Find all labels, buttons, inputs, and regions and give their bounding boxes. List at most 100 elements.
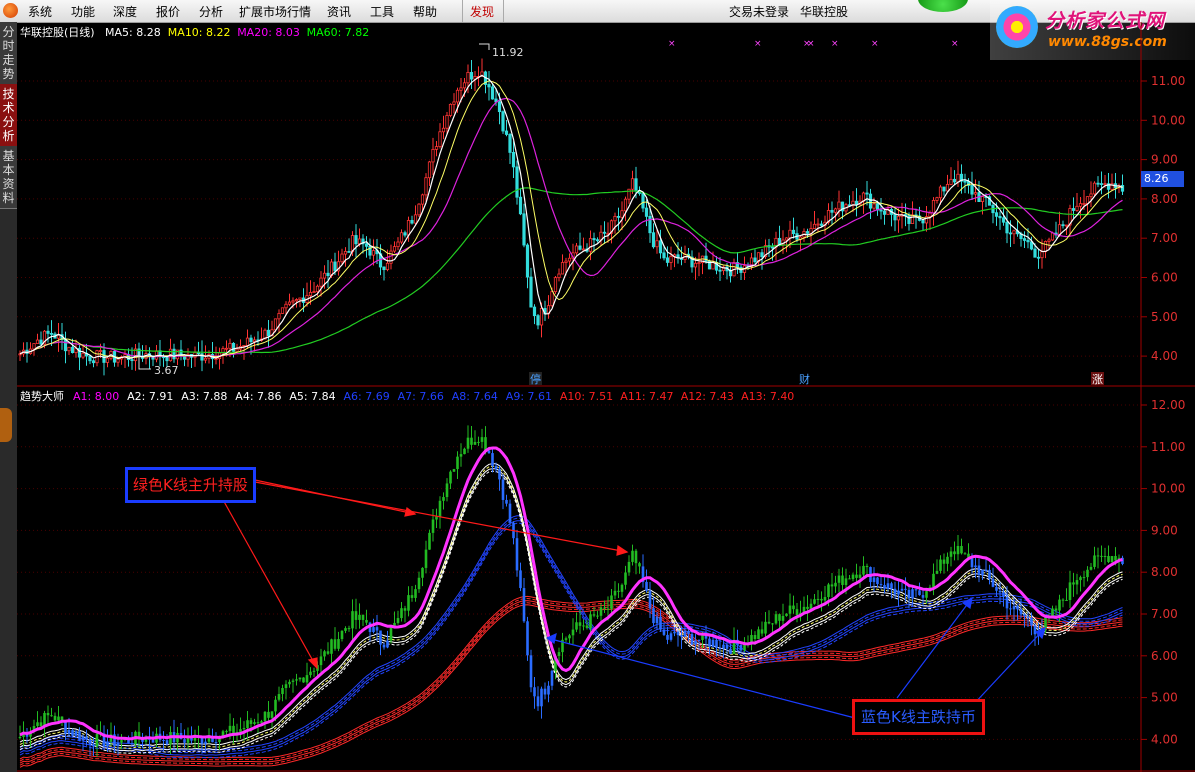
- menu-item-depth[interactable]: 深度: [113, 3, 137, 20]
- indicator-candle-body: [613, 590, 617, 596]
- indicator-candle-body: [81, 736, 85, 741]
- indicator-candle-body: [1086, 569, 1089, 578]
- candle-body: [938, 186, 943, 199]
- candle-body: [998, 215, 1002, 219]
- indicator-candle-body: [1012, 606, 1016, 610]
- indicator-candle-body: [347, 628, 351, 630]
- indicator-candle-body: [536, 696, 540, 707]
- indicator-candle-body: [1002, 592, 1005, 597]
- y-tick-label: 11.00: [1151, 74, 1185, 88]
- collapse-arrow-icon[interactable]: [0, 408, 12, 442]
- indicator-candle-body: [270, 711, 274, 718]
- event-mark-finance[interactable]: 财: [799, 372, 810, 386]
- menu-item-quote[interactable]: 报价: [156, 3, 180, 20]
- candle-body: [497, 101, 502, 113]
- candle-body: [1033, 248, 1037, 258]
- candle-body: [788, 229, 792, 239]
- candle-body: [1008, 232, 1013, 235]
- stock-name-label: 华联控股: [800, 5, 849, 19]
- candle-body: [812, 223, 817, 229]
- indicator-legend-item: A8: 7.64: [452, 390, 498, 403]
- indicator-title: 趋势大师: [20, 389, 64, 403]
- candle-body: [399, 232, 404, 243]
- candle-body: [662, 252, 666, 259]
- indicator-candle-body: [305, 675, 309, 683]
- indicator-candle-body: [1089, 566, 1093, 570]
- indicator-candle-body: [1044, 617, 1047, 629]
- event-mark-halt[interactable]: 停: [530, 372, 541, 386]
- indicator-candle-body: [267, 711, 270, 718]
- kline-chart[interactable]: 华联控股(日线) MA5: 8.28 MA10: 8.22 MA20: 8.03 MA…: [17, 22, 1195, 772]
- indicator-candle-body: [995, 586, 998, 591]
- indicator-candle-body: [886, 583, 890, 589]
- status-indicator-icon[interactable]: [918, 0, 968, 12]
- indicator-candle-body: [862, 565, 865, 575]
- y-tick-label: 5.00: [1151, 310, 1178, 324]
- menu-item-tools[interactable]: 工具: [370, 3, 394, 20]
- indicator-candle-body: [277, 694, 281, 700]
- candle-body: [522, 213, 526, 246]
- indicator-candle-body: [1107, 556, 1110, 563]
- indicator-candle-body: [323, 651, 326, 657]
- indicator-candle-body: [298, 677, 302, 680]
- menu-item-help[interactable]: 帮助: [413, 3, 437, 20]
- menu-item-analysis[interactable]: 分析: [199, 3, 223, 20]
- candle-body: [1029, 241, 1034, 250]
- indicator-candle-body: [883, 585, 886, 589]
- indicator-candle-body: [655, 616, 659, 624]
- indicator-candle-body: [337, 639, 340, 649]
- menu-item-discover[interactable]: 发现: [470, 3, 494, 20]
- event-mark-limit-up[interactable]: 涨: [1092, 373, 1103, 386]
- left-tab-strip: 分时走势 技术分析 基本资料: [0, 22, 17, 772]
- y-tick-label: 12.00: [1151, 398, 1185, 412]
- candle-body: [130, 359, 134, 362]
- candle-body: [70, 346, 75, 354]
- candle-body: [35, 339, 40, 344]
- indicator-candle-body: [578, 622, 582, 626]
- menu-item-news[interactable]: 资讯: [327, 3, 351, 20]
- login-status[interactable]: 交易未登录: [729, 3, 789, 20]
- indicator-candle-body: [1068, 582, 1072, 600]
- app-logo-icon: [3, 3, 18, 18]
- indicator-candle-body: [687, 630, 690, 635]
- candle-body: [994, 212, 999, 217]
- menu-item-system[interactable]: 系统: [28, 3, 52, 20]
- candle-body: [630, 178, 635, 190]
- indicator-candle-body: [463, 448, 466, 455]
- indicator-candle-body: [400, 608, 403, 619]
- indicator-candle-body: [67, 730, 71, 734]
- indicator-candle-body: [897, 590, 900, 595]
- tab-intraday[interactable]: 分时走势: [0, 22, 17, 85]
- indicator-candle-body: [739, 644, 743, 651]
- ma-legend: MA5: 8.28 MA10: 8.22 MA20: 8.03 MA60: 7.82: [105, 26, 369, 39]
- candle-body: [420, 194, 425, 205]
- candle-body: [228, 342, 232, 349]
- indicator-candle-body: [214, 742, 218, 744]
- candle-body: [1047, 239, 1051, 242]
- indicator-candle-body: [312, 670, 316, 672]
- candle-body: [931, 200, 936, 214]
- indicator-candle-body: [904, 588, 907, 590]
- tab-fundamentals[interactable]: 基本资料: [0, 146, 17, 209]
- tab-technical-analysis[interactable]: 技术分析: [0, 84, 17, 147]
- candle-body: [49, 332, 54, 335]
- indicator-candle-body: [309, 671, 312, 676]
- indicator-candle-body: [1075, 580, 1079, 585]
- indicator-candle-body: [711, 639, 715, 647]
- candle-body: [284, 303, 288, 309]
- indicator-legend-item: A7: 7.66: [398, 390, 444, 403]
- indicator-candle-body: [715, 639, 718, 649]
- menu-item-function[interactable]: 功能: [71, 3, 95, 20]
- candle-body: [970, 185, 974, 195]
- indicator-candle-body: [228, 725, 232, 732]
- y-tick-label: 8.00: [1151, 192, 1178, 206]
- menu-item-extended-market[interactable]: 扩展市场行情: [239, 3, 311, 20]
- indicator-candle-body: [379, 630, 382, 645]
- indicator-candle-body: [263, 711, 267, 722]
- indicator-candle-body: [851, 574, 855, 580]
- indicator-legend-item: A10: 7.51: [560, 390, 613, 403]
- indicator-candle-body: [491, 453, 494, 466]
- indicator-candle-body: [242, 728, 246, 730]
- candle-body: [893, 214, 897, 221]
- indicator-candle-body: [1023, 614, 1026, 617]
